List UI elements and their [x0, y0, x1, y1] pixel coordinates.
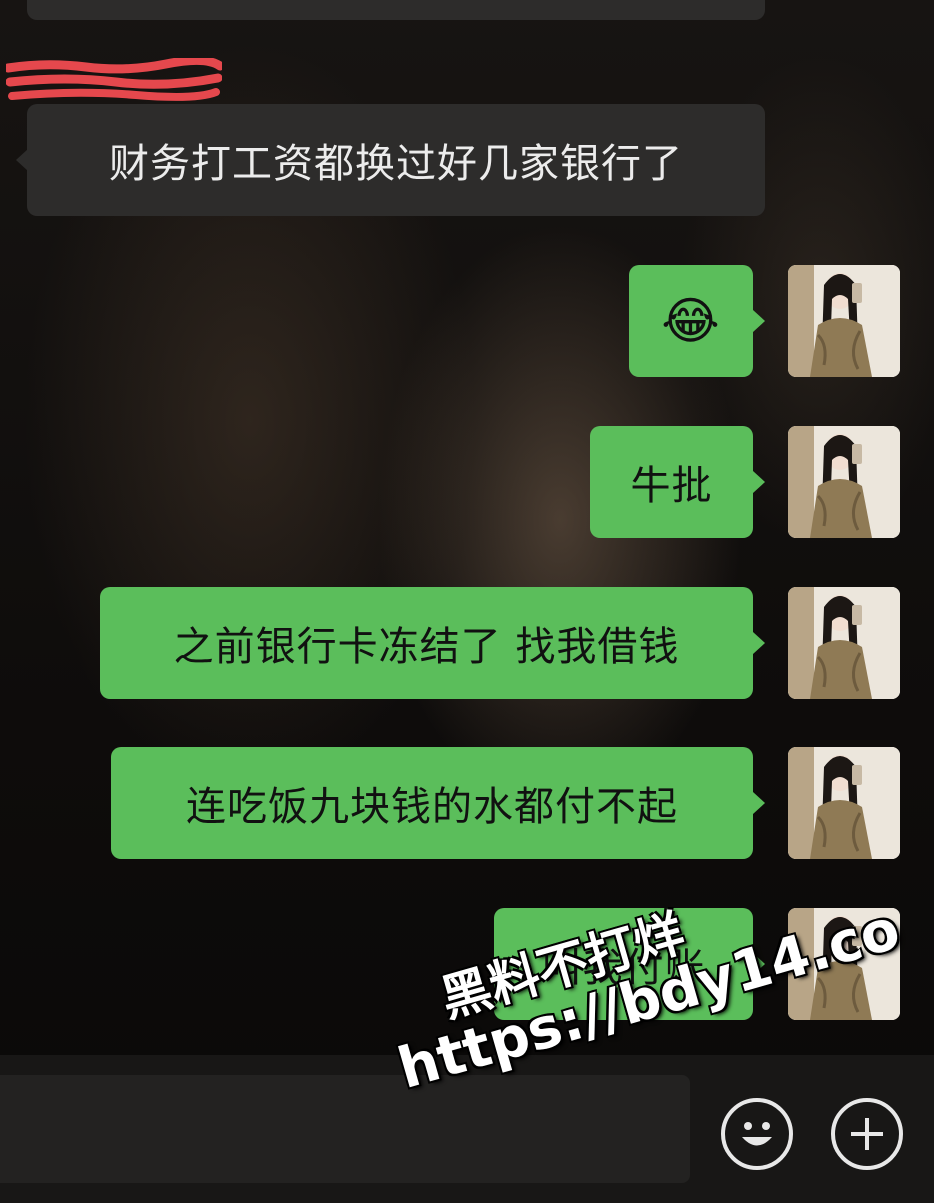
bubble-tail	[753, 792, 765, 814]
message-input[interactable]	[0, 1075, 690, 1183]
outgoing-message-emoji[interactable]: 😂	[629, 265, 753, 377]
bubble-tail	[753, 632, 765, 654]
bubble-tail	[753, 953, 765, 975]
avatar[interactable]	[788, 426, 900, 538]
avatar-photo	[788, 426, 900, 538]
emoji-button[interactable]	[721, 1098, 793, 1170]
more-button[interactable]	[831, 1098, 903, 1170]
outgoing-message[interactable]: 之前银行卡冻结了 找我借钱	[100, 587, 753, 699]
avatar[interactable]	[788, 587, 900, 699]
avatar-photo	[788, 908, 900, 1020]
avatar-photo	[788, 265, 900, 377]
bubble-tail	[753, 310, 765, 332]
outgoing-message[interactable]: 连吃饭九块钱的水都付不起	[111, 747, 753, 859]
avatar[interactable]	[788, 265, 900, 377]
plus-icon	[851, 1118, 883, 1150]
bubble-tail	[753, 471, 765, 493]
avatar[interactable]	[788, 908, 900, 1020]
outgoing-message[interactable]: 牛批	[590, 426, 753, 538]
incoming-message[interactable]: 财务打工资都换过好几家银行了	[27, 104, 765, 216]
message-bubble-partial[interactable]	[27, 0, 765, 20]
avatar-photo	[788, 747, 900, 859]
avatar[interactable]	[788, 747, 900, 859]
smiley-icon	[742, 1122, 772, 1146]
outgoing-message[interactable]: 叫我付账	[494, 908, 753, 1020]
avatar-photo	[788, 587, 900, 699]
redacted-sender-name	[6, 58, 222, 101]
laughing-emoji: 😂	[661, 292, 721, 350]
